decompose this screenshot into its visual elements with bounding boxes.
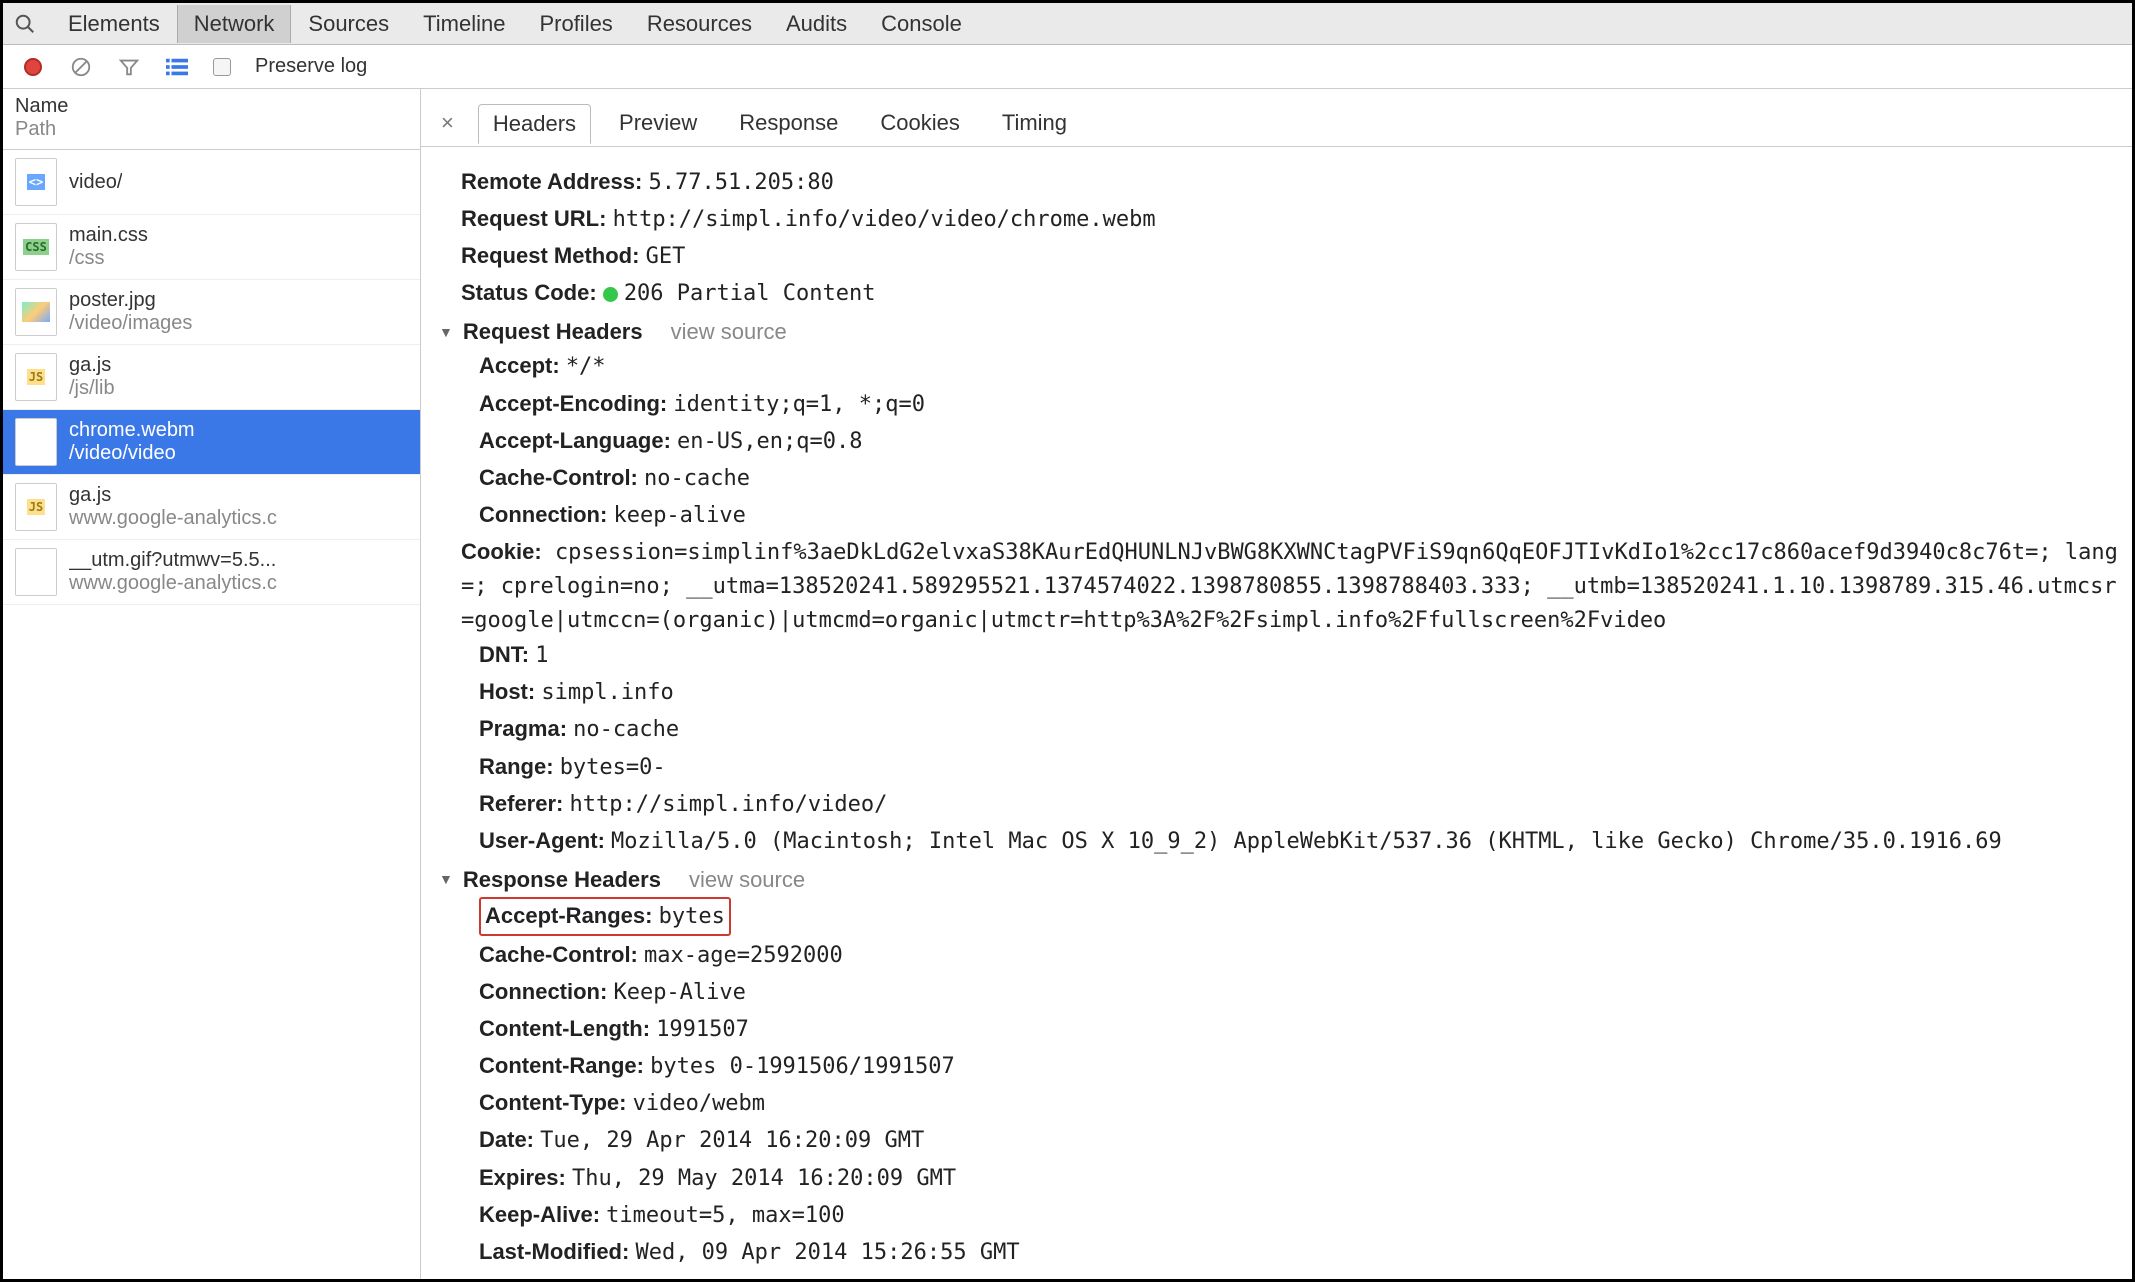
preserve-log-checkbox[interactable] (213, 58, 231, 76)
response-headers-section[interactable]: ▼ Response Headers view source (439, 863, 2122, 897)
tab-console[interactable]: Console (864, 5, 979, 43)
request-name: chrome.webm (69, 419, 195, 442)
file-type-icon: CSS (15, 223, 57, 271)
requests-list[interactable]: <> video/CSS main.css/css poster.jpg/video/… (3, 150, 420, 1279)
request-path: /js/lib (69, 377, 115, 400)
filter-button[interactable] (117, 55, 141, 79)
detail-tab-response[interactable]: Response (725, 104, 852, 142)
resp-cache-control: Cache-Control: max-age=2592000 (479, 938, 2122, 973)
request-row[interactable]: JS ga.jswww.google-analytics.c (3, 475, 420, 540)
request-path: /video/video (69, 442, 195, 465)
req-referer: Referer: http://simpl.info/video/ (479, 787, 2122, 822)
resp-accept-ranges: Accept-Ranges: bytes (479, 897, 2122, 936)
request-row[interactable]: CSS main.css/css (3, 215, 420, 280)
request-path: www.google-analytics.c (69, 572, 277, 595)
devtools-tabbar: Elements Network Sources Timeline Profil… (3, 3, 2132, 45)
detail-tab-preview[interactable]: Preview (605, 104, 711, 142)
detail-tab-cookies[interactable]: Cookies (866, 104, 973, 142)
resp-last-modified: Last-Modified: Wed, 09 Apr 2014 15:26:55… (479, 1235, 2122, 1270)
resp-expires: Expires: Thu, 29 May 2014 16:20:09 GMT (479, 1161, 2122, 1196)
main-split: Name Path <> video/CSS main.css/css poster.… (3, 89, 2132, 1279)
general-request-method: Request Method: GET (461, 239, 2122, 274)
status-dot-icon (603, 287, 618, 302)
general-remote-address: Remote Address: 5.77.51.205:80 (461, 165, 2122, 200)
col-path: Path (15, 118, 408, 141)
request-name: video/ (69, 171, 122, 194)
detail-tab-headers[interactable]: Headers (478, 104, 591, 144)
view-toggle-button[interactable] (165, 55, 189, 79)
file-type-icon (15, 548, 57, 596)
clear-button[interactable] (69, 55, 93, 79)
network-toolbar: Preserve log (3, 45, 2132, 89)
request-headers-section[interactable]: ▼ Request Headers view source (439, 315, 2122, 349)
detail-tabs: × Headers Preview Response Cookies Timin… (421, 99, 2132, 147)
tab-resources[interactable]: Resources (630, 5, 769, 43)
req-dnt: DNT: 1 (479, 638, 2122, 673)
resp-content-length: Content-Length: 1991507 (479, 1012, 2122, 1047)
file-type-icon: <> (15, 158, 57, 206)
resp-content-type: Content-Type: video/webm (479, 1086, 2122, 1121)
request-path: /css (69, 247, 148, 270)
resp-server: Server: Apache (479, 1272, 2122, 1279)
close-details-button[interactable]: × (431, 110, 464, 136)
request-name: __utm.gif?utmwv=5.5... (69, 549, 277, 572)
request-name: main.css (69, 224, 148, 247)
req-cache-control: Cache-Control: no-cache (479, 461, 2122, 496)
req-pragma: Pragma: no-cache (479, 712, 2122, 747)
tab-audits[interactable]: Audits (769, 5, 864, 43)
request-path: /video/images (69, 312, 192, 335)
tab-sources[interactable]: Sources (291, 5, 406, 43)
sidebar-header: Name Path (3, 89, 420, 150)
file-type-icon (15, 288, 57, 336)
request-path: www.google-analytics.c (69, 507, 277, 530)
tab-profiles[interactable]: Profiles (522, 5, 629, 43)
preserve-log-label: Preserve log (255, 55, 367, 78)
request-row[interactable]: chrome.webm/video/video (3, 410, 420, 475)
file-type-icon: JS (15, 483, 57, 531)
req-user-agent: User-Agent: Mozilla/5.0 (Macintosh; Inte… (479, 824, 2122, 859)
req-host: Host: simpl.info (479, 675, 2122, 710)
req-accept: Accept: */* (479, 349, 2122, 384)
tab-elements[interactable]: Elements (51, 5, 177, 43)
req-connection: Connection: keep-alive (479, 498, 2122, 533)
tab-network[interactable]: Network (177, 5, 292, 43)
general-request-url: Request URL: http://simpl.info/video/vid… (461, 202, 2122, 237)
req-cookie: Cookie: cpsession=simplinf%3aeDkLdG2elvx… (461, 535, 2122, 638)
requests-sidebar: Name Path <> video/CSS main.css/css poster.… (3, 89, 421, 1279)
resp-date: Date: Tue, 29 Apr 2014 16:20:09 GMT (479, 1123, 2122, 1158)
request-name: poster.jpg (69, 289, 192, 312)
detail-tab-timing[interactable]: Timing (988, 104, 1081, 142)
request-name: ga.js (69, 484, 277, 507)
disclosure-triangle-icon: ▼ (439, 322, 453, 344)
view-source-link[interactable]: view source (671, 315, 787, 349)
tab-timeline[interactable]: Timeline (406, 5, 522, 43)
req-range: Range: bytes=0- (479, 750, 2122, 785)
request-details: × Headers Preview Response Cookies Timin… (421, 89, 2132, 1279)
request-row[interactable]: __utm.gif?utmwv=5.5...www.google-analyti… (3, 540, 420, 605)
request-row[interactable]: <> video/ (3, 150, 420, 215)
resp-content-range: Content-Range: bytes 0-1991506/1991507 (479, 1049, 2122, 1084)
col-name: Name (15, 95, 408, 118)
headers-body: Remote Address: 5.77.51.205:80 Request U… (421, 147, 2132, 1279)
file-type-icon (15, 418, 57, 466)
search-icon[interactable] (11, 10, 39, 38)
resp-keep-alive: Keep-Alive: timeout=5, max=100 (479, 1198, 2122, 1233)
disclosure-triangle-icon: ▼ (439, 869, 453, 891)
request-name: ga.js (69, 354, 115, 377)
general-status-code: Status Code: 206 Partial Content (461, 276, 2122, 311)
view-source-link[interactable]: view source (689, 863, 805, 897)
request-row[interactable]: JS ga.js/js/lib (3, 345, 420, 410)
record-button[interactable] (21, 55, 45, 79)
req-accept-language: Accept-Language: en-US,en;q=0.8 (479, 424, 2122, 459)
resp-connection: Connection: Keep-Alive (479, 975, 2122, 1010)
req-accept-encoding: Accept-Encoding: identity;q=1, *;q=0 (479, 387, 2122, 422)
request-row[interactable]: poster.jpg/video/images (3, 280, 420, 345)
file-type-icon: JS (15, 353, 57, 401)
